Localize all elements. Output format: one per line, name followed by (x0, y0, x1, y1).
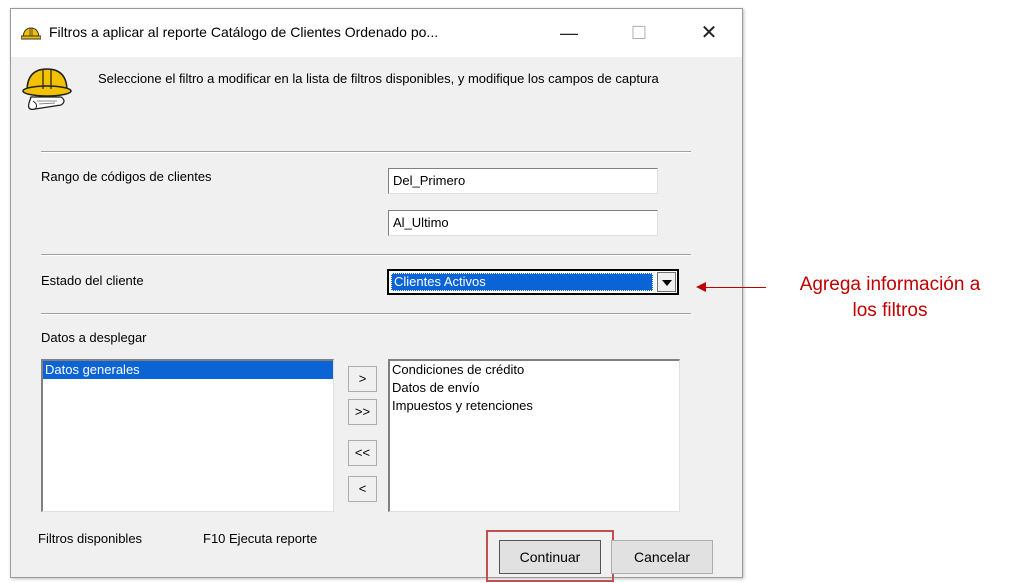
range-label: Rango de códigos de clientes (41, 169, 212, 184)
client-status-select[interactable]: Clientes Activos (387, 269, 679, 295)
chevron-down-icon[interactable] (657, 272, 676, 292)
status-label: Estado del cliente (41, 273, 144, 288)
maximize-button[interactable]: ☐ (616, 13, 662, 53)
title-bar[interactable]: Filtros a aplicar al reporte Catálogo de… (11, 9, 742, 57)
move-all-left-button[interactable]: << (348, 440, 377, 466)
display-label: Datos a desplegar (41, 330, 147, 345)
move-one-left-button[interactable]: < (348, 476, 377, 502)
available-data-list[interactable]: Datos generales (41, 359, 334, 512)
selected-data-list[interactable]: Condiciones de crédito Datos de envío Im… (388, 359, 680, 512)
hardhat-icon (21, 27, 41, 40)
range-from-input[interactable]: Del_Primero (388, 168, 658, 194)
shortcut-hint: F10 Ejecuta reporte (203, 531, 318, 546)
separator (41, 313, 691, 315)
move-one-right-button[interactable]: > (348, 366, 377, 392)
list-item[interactable]: Datos generales (43, 361, 333, 379)
list-item[interactable]: Datos de envío (390, 379, 679, 397)
cancel-button[interactable]: Cancelar (611, 540, 713, 574)
annotation-line-2: los filtros (852, 300, 928, 321)
move-all-right-button[interactable]: >> (348, 399, 377, 425)
annotation-callout: Agrega información a los filtros (770, 272, 1010, 324)
client-status-value: Clientes Activos (391, 273, 653, 291)
range-to-input[interactable]: Al_Ultimo (388, 210, 658, 236)
separator (41, 151, 691, 153)
window-title: Filtros a aplicar al reporte Catálogo de… (49, 24, 439, 40)
minimize-button[interactable]: — (546, 13, 592, 53)
available-filters-label: Filtros disponibles (38, 531, 143, 546)
annotation-arrow-line (700, 287, 766, 288)
separator (41, 254, 691, 256)
list-item[interactable]: Impuestos y retenciones (390, 397, 679, 415)
list-item[interactable]: Condiciones de crédito (390, 361, 679, 379)
continue-button[interactable]: Continuar (499, 540, 601, 574)
instructions-text: Seleccione el filtro a modificar en la l… (98, 71, 659, 86)
annotation-line-1: Agrega información a (799, 274, 981, 295)
filter-dialog: Filtros a aplicar al reporte Catálogo de… (10, 8, 743, 582)
close-button[interactable]: ✕ (686, 13, 732, 53)
hardhat-scroll-icon (22, 68, 72, 111)
